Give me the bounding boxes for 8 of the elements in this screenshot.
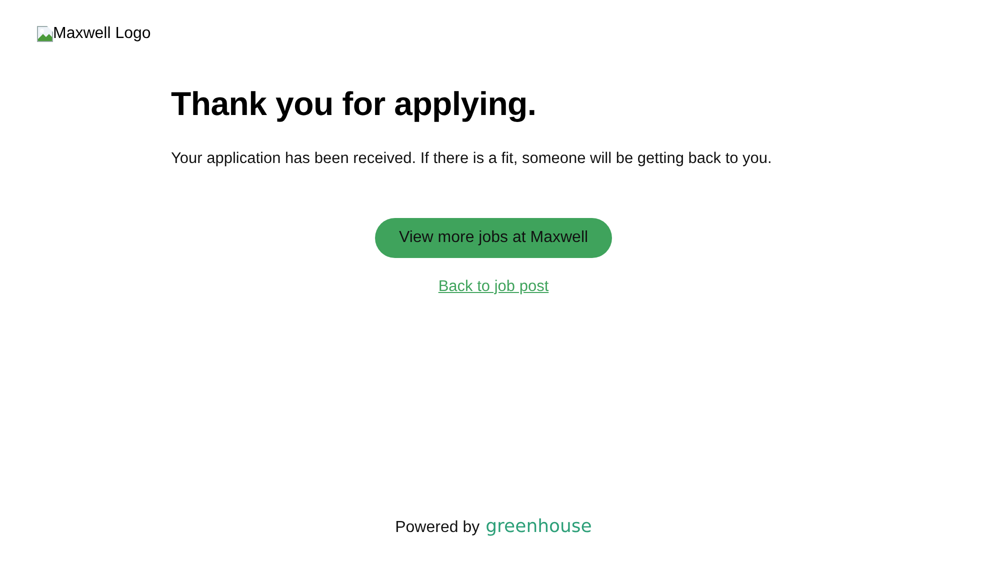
brand-logo: greenhouse bbox=[486, 516, 592, 537]
broken-logo-image: Maxwell Logo bbox=[37, 25, 151, 43]
confirmation-message: Your application has been received. If there is a fit, someone will be getting back to you. bbox=[171, 150, 773, 168]
back-link[interactable]: Back to job post bbox=[438, 278, 549, 296]
heading: Thank you for applying. bbox=[171, 85, 538, 123]
powered-by-text: Powered by bbox=[395, 519, 480, 537]
broken-image-icon bbox=[37, 26, 53, 42]
view-jobs-button[interactable]: View more jobs at Maxwell bbox=[374, 218, 612, 258]
